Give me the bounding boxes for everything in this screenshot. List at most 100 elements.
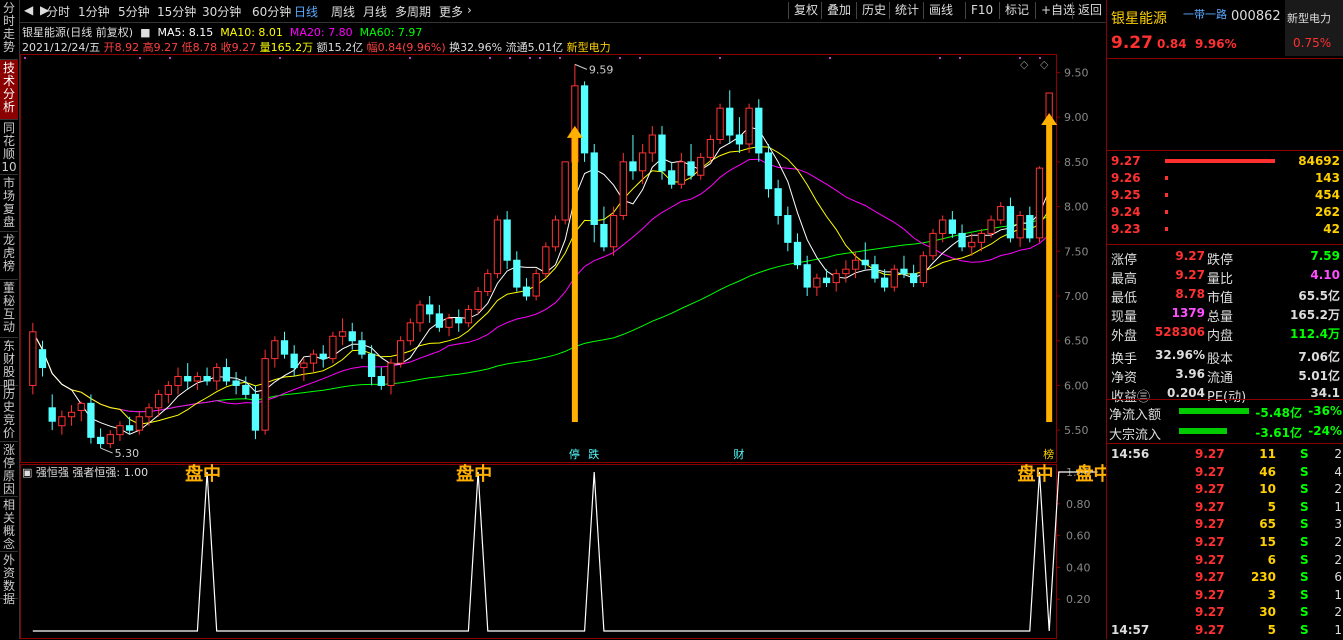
tick-volume: 5 [1267,499,1276,514]
period-tab-8[interactable]: 月线 [363,3,387,20]
left-nav: 分时走势 技术分析 同花顺10 市场复盘 龙虎榜 董秘互动 东财股吧 历史竞价 涨停原因 相关概念… [0,0,20,639]
signal-label: 盘中 [456,463,492,485]
tool-button-8[interactable]: 返回 [1072,2,1107,19]
period-tab-5[interactable]: 60分钟 [252,3,291,20]
pct-badge: 0.75% [1293,36,1332,50]
event-marker[interactable]: 财 [733,447,744,461]
price-pct: 9.96% [1195,37,1237,51]
nav-item-9[interactable]: 相关概念 [0,497,18,552]
tick-volume: 10 [1259,482,1276,497]
candle [1016,211,1024,247]
tick-volume: 46 [1259,464,1276,479]
ask-volume-bar [1165,210,1168,214]
candle [125,416,134,435]
period-tab-6[interactable]: 日线 [294,3,318,20]
candle [242,376,250,399]
tool-button-2[interactable]: 历史 [856,2,891,19]
tick-row: 9.27 10 S 2 [1107,480,1343,499]
nav-item-4[interactable]: 龙虎榜 [0,232,18,280]
candle [561,161,569,225]
candle [87,394,95,444]
tick-count: 2 [1334,482,1342,497]
period-tab-0[interactable]: 分时 [46,3,70,20]
stat-value: 32.96% [1155,348,1205,362]
diamond-icon[interactable]: ◇ [1020,58,1029,71]
tool-button-4[interactable]: 画线 [923,2,958,19]
period-tab-2[interactable]: 5分钟 [118,3,150,20]
event-marker[interactable]: 榜 [1043,447,1054,461]
candle [48,394,56,431]
tool-button-6[interactable]: 标记 [999,2,1034,19]
tick-side: S [1300,517,1309,532]
stock-tag[interactable]: 一带一路 [1183,6,1227,22]
candle [774,179,782,225]
diamond-icon[interactable]: ◇ [1040,58,1049,71]
stat-row: 净资 3.96 流通 5.01亿 [1107,365,1343,386]
tick-side: S [1300,499,1309,514]
stat-label: 内盘 [1207,329,1234,344]
price-pane-frame [20,54,1057,463]
tick-side: S [1300,552,1309,567]
tool-button-3[interactable]: 统计 [889,2,924,19]
nav-item-8[interactable]: 涨停原因 [0,442,18,497]
tool-button-5[interactable]: F10 [965,2,998,19]
tool-button-0[interactable]: 复权 [788,2,823,19]
candle [638,143,647,185]
tick-count: 3 [1334,517,1342,532]
close-label: 收9.27 [220,41,257,54]
stat-value: 7.59 [1310,249,1340,263]
marker-dot [719,57,721,59]
high-marker [574,63,588,70]
candle [697,152,705,180]
marker-dot [169,57,171,59]
marker-dot [639,57,641,59]
flow-row: 大宗流入 -3.61亿 -24% [1107,422,1343,443]
candle [706,135,715,162]
candle [232,372,240,395]
nav-item-3[interactable]: 市场复盘 [0,175,18,232]
candle [832,269,840,292]
ma-info-line: 银星能源(日线 前复权) ■ MA5: 8.15 MA10: 8.01 MA20… [22,26,423,39]
candle [377,367,385,390]
period-tab-1[interactable]: 1分钟 [78,3,110,20]
candle [493,215,502,279]
candle [580,81,589,162]
period-tab-9[interactable]: 多周期 [395,3,431,20]
tick-volume: 230 [1250,570,1276,585]
price-axis-label: 6.00 [1064,379,1089,392]
nav-item-1[interactable]: 技术分析 [0,60,18,120]
nav-item-7[interactable]: 历史竞价 [0,386,18,442]
ask-price: 9.25 [1111,188,1141,202]
chevron-left-icon[interactable]: ◀ [24,3,33,17]
nav-item-6[interactable]: 东财股吧 [0,338,18,392]
tick-row: 14:56 9.27 11 S 2 [1107,445,1343,464]
chevron-right-icon[interactable]: › [467,3,472,17]
tick-volume: 11 [1259,447,1276,461]
nav-item-2[interactable]: 同花顺10 [0,120,18,175]
ask-volume-bar [1165,176,1168,180]
period-tab-4[interactable]: 30分钟 [202,3,241,20]
nav-item-5[interactable]: 董秘互动 [0,280,18,338]
event-marker[interactable]: 停 [569,447,580,461]
stat-value: 0.204 [1167,386,1205,400]
candle [764,143,773,198]
period-tab-3[interactable]: 15分钟 [157,3,196,20]
tool-button-1[interactable]: 叠加 [821,2,856,19]
stock-code: 000862 [1231,9,1281,24]
nav-item-0[interactable]: 分时走势 [0,0,18,60]
nav-item-10[interactable]: 外资数据 [0,552,18,606]
ma60-line [32,215,1050,413]
tick-count: 2 [1334,605,1342,620]
kline-chart[interactable]: 9.50 9.00 8.50 8.00 7.50 7.00 6.50 6.00 5.50 9.59… [20,54,1106,639]
candle [29,322,37,395]
candle [919,251,927,288]
indicator-axis-label: 0.20 [1066,593,1091,606]
tick-side: S [1300,535,1309,549]
tick-volume: 30 [1259,605,1276,620]
candle [222,358,231,386]
event-marker[interactable]: 跌 [588,447,599,461]
period-tab-10[interactable]: 更多 [439,3,463,20]
ma10-label: MA10: 8.01 [220,26,283,39]
period-tab-7[interactable]: 周线 [331,3,355,20]
indicator-label[interactable]: 强恒强 [36,466,69,479]
